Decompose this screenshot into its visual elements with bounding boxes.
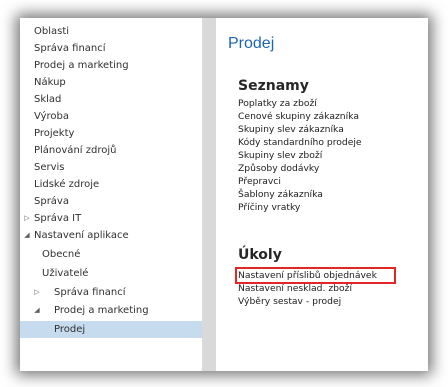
section-title-tasks: Úkoly [238,247,282,263]
navigation-scrollbar[interactable] [202,18,216,371]
sidebar-item-label: Správa [34,196,69,207]
sidebar-item[interactable]: Plánování zdrojů [20,142,202,159]
link-customer-templates[interactable]: Šablony zákazníka [238,188,362,201]
expand-arrow-icon[interactable]: ▷ [22,210,32,227]
collapse-arrow-icon[interactable]: ◢ [22,227,32,244]
tasks-link-group: Nastavení příslibů objednávek Nastavení … [235,267,396,308]
sidebar-item[interactable]: Prodej a marketing [20,57,202,74]
link-shipping-agents[interactable]: Přepravci [238,175,362,188]
lists-link-group: Poplatky za zboží Cenové skupiny zákazní… [238,97,362,214]
sidebar-item-label: Správa financí [34,43,106,54]
link-shipment-methods[interactable]: Způsoby dodávky [238,162,362,175]
sidebar-item[interactable]: Správa [20,193,202,210]
sidebar-item-label: Oblasti [34,26,70,37]
collapse-arrow-icon[interactable]: ◢ [32,302,42,319]
sidebar-item-label: Sklad [34,94,62,105]
link-report-selections-sales[interactable]: Výběry sestav - prodej [238,295,394,308]
expand-arrow-icon[interactable]: ▷ [32,284,42,301]
content-pane: Prodej Seznamy Poplatky za zboží Cenové … [216,18,428,371]
sidebar-item[interactable]: Servis [20,159,202,176]
link-standard-sales-codes[interactable]: Kódy standardního prodeje [238,136,362,149]
link-return-reasons[interactable]: Příčiny vratky [238,201,362,214]
link-item-discount-groups[interactable]: Skupiny slev zboží [238,149,362,162]
link-order-promising-setup[interactable]: Nastavení příslibů objednávek [235,267,396,284]
sidebar-item[interactable]: Obecné [20,246,202,263]
sidebar-item-label: Servis [34,162,65,173]
section-title-lists: Seznamy [238,78,309,94]
app-window: Oblasti Správa financí Prodej a marketing N… [20,18,428,371]
link-customer-price-groups[interactable]: Cenové skupiny zákazníka [238,110,362,123]
sidebar-item-label: Projekty [34,128,75,139]
sidebar-item-label: Prodej a marketing [34,60,129,71]
sidebar-item-label: Správa financí [54,287,126,298]
sidebar-item[interactable]: Prodej [20,321,202,338]
sidebar-item-label: Uživatelé [42,268,89,279]
sidebar-item[interactable]: Nákup [20,74,202,91]
sidebar-item-label: Prodej a marketing [54,305,149,316]
link-customer-discount-groups[interactable]: Skupiny slev zákazníka [238,123,362,136]
sidebar-item[interactable]: Správa financí [20,40,202,57]
sidebar-item[interactable]: Uživatelé [20,265,202,282]
sidebar-item[interactable]: ◢ Prodej a marketing [20,302,202,319]
sidebar-item-label: Lidské zdroje [34,179,100,190]
sidebar-item[interactable]: Lidské zdroje [20,176,202,193]
sidebar-item-label: Plánování zdrojů [34,145,117,156]
sidebar-item[interactable]: ▷ Správa IT [20,210,202,227]
sidebar-item[interactable]: Výroba [20,108,202,125]
sidebar-item[interactable]: Projekty [20,125,202,142]
sidebar-item[interactable]: ◢ Nastavení aplikace [20,227,202,244]
sidebar-item[interactable]: Sklad [20,91,202,108]
link-item-charges[interactable]: Poplatky za zboží [238,97,362,110]
sidebar-item[interactable]: Oblasti [20,23,202,40]
sidebar-item-label: Obecné [42,249,81,260]
link-nonstock-item-setup[interactable]: Nastavení nesklad. zboží [238,282,394,295]
sidebar-item-label: Prodej [54,324,86,335]
sidebar-item-label: Výroba [34,111,69,122]
sidebar-item-label: Nastavení aplikace [34,230,129,241]
navigation-pane: Oblasti Správa financí Prodej a marketing N… [20,18,202,371]
sidebar-item-label: Správa IT [34,213,82,224]
sidebar-item[interactable]: ▷ Správa financí [20,284,202,301]
page-title: Prodej [228,35,275,52]
sidebar-item-label: Nákup [34,77,66,88]
